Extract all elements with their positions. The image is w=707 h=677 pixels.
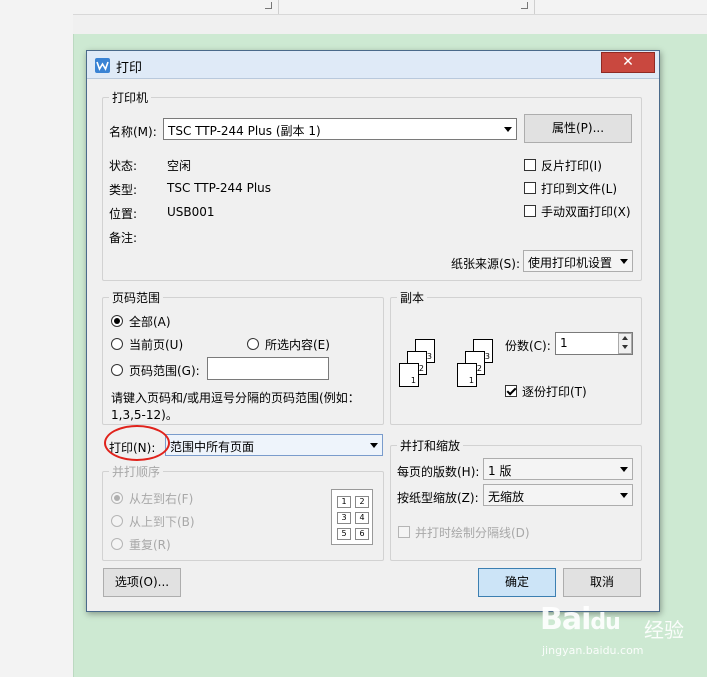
copies-spinner[interactable] [618,333,632,354]
print-dialog: 打印 ✕ 打印机 名称(M): TSC TTP-244 Plus (副本 1) … [86,50,660,612]
top-bar-separator [534,0,535,14]
paper-source-label: 纸张来源(S): [451,257,521,271]
order-left-right-label[interactable]: 从左到右(F) [129,490,193,507]
draw-borders-label[interactable]: 并打时绘制分隔线(D) [415,524,530,541]
document-edge [73,34,74,677]
order-repeat-label[interactable]: 重复(R) [129,536,171,553]
wps-app-icon [95,58,110,73]
printer-name-value: TSC TTP-244 Plus (副本 1) [168,124,321,138]
page-range-input[interactable] [207,357,329,380]
print-to-file-label[interactable]: 打印到文件(L) [541,180,617,197]
chevron-down-icon [620,493,628,498]
order-repeat-radio[interactable] [111,538,123,550]
status-value: 空闲 [167,159,192,173]
printer-group-legend: 打印机 [112,91,149,105]
location-label: 位置: [109,207,138,221]
copies-count-value: 1 [560,336,568,350]
reverse-print-checkbox[interactable] [524,159,536,171]
options-button[interactable]: 选项(O)... [103,568,181,597]
dialog-title: 打印 [116,61,143,76]
page-range-hint-line1: 请键入页码和/或用逗号分隔的页码范围(例如： [111,391,360,405]
watermark-cn: 经验 [644,618,684,642]
corner-mark [265,2,272,9]
cancel-button[interactable]: 取消 [563,568,641,597]
close-button[interactable]: ✕ [601,52,655,73]
spinner-up-icon[interactable] [619,334,631,343]
manual-duplex-checkbox[interactable] [524,205,536,217]
app-top-bar [0,0,707,15]
range-current-label[interactable]: 当前页(U) [129,336,183,353]
scale-value: 无缩放 [488,490,525,504]
collate-label[interactable]: 逐份打印(T) [522,383,587,400]
range-current-radio[interactable] [111,338,123,350]
page-range-legend: 页码范围 [112,291,161,305]
left-pane [0,14,73,677]
order-top-bottom-label[interactable]: 从上到下(B) [129,513,195,530]
pages-per-sheet-dropdown[interactable]: 1 版 [483,458,633,480]
chevron-down-icon [504,127,512,132]
chevron-down-icon [620,259,628,264]
order-cell: 2 [355,496,369,508]
comment-label: 备注: [109,231,138,245]
copies-stack-icon: 3 2 1 [399,339,443,391]
order-cell: 6 [355,528,369,540]
paper-source-value: 使用打印机设置 [528,256,613,270]
order-left-right-radio[interactable] [111,492,123,504]
order-cell: 5 [337,528,351,540]
print-to-file-checkbox[interactable] [524,182,536,194]
collate-stack-icon: 3 2 1 [457,339,501,391]
collate-checkbox[interactable] [505,385,517,397]
baidu-watermark: Baidu 经验 jingyan.baidu.com [540,600,700,660]
range-pages-label[interactable]: 页码范围(G): [129,362,200,379]
properties-button[interactable]: 属性(P)... [524,114,632,143]
order-top-bottom-radio[interactable] [111,515,123,527]
top-bar-separator [278,0,279,14]
chevron-down-icon [370,443,378,448]
printer-name-label: 名称(M): [109,125,157,139]
range-pages-radio[interactable] [111,364,123,376]
page-icon: 1 [399,363,419,387]
order-cell: 1 [337,496,351,508]
zoom-legend: 并打和缩放 [400,439,461,453]
annotation-circle [104,425,170,461]
close-icon: ✕ [622,54,634,70]
watermark-url: jingyan.baidu.com [542,644,644,657]
reverse-print-label[interactable]: 反片打印(I) [541,157,602,174]
type-label: 类型: [109,183,138,197]
range-all-label[interactable]: 全部(A) [129,313,171,330]
dialog-titlebar: 打印 ✕ [87,51,659,79]
manual-duplex-label[interactable]: 手动双面打印(X) [541,203,631,220]
print-what-dropdown[interactable]: 范围中所有页面 [165,434,383,456]
paper-source-dropdown[interactable]: 使用打印机设置 [523,250,633,272]
scale-label: 按纸型缩放(Z): [397,491,479,505]
status-label: 状态: [109,159,138,173]
order-cell: 3 [337,512,351,524]
print-what-value: 范围中所有页面 [170,440,255,454]
type-value: TSC TTP-244 Plus [167,181,272,195]
pages-per-sheet-label: 每页的版数(H): [397,465,480,479]
range-selection-label[interactable]: 所选内容(E) [265,336,330,353]
chevron-down-icon [620,467,628,472]
page-icon: 1 [457,363,477,387]
copies-count-label: 份数(C): [505,339,551,353]
pages-per-sheet-value: 1 版 [488,464,512,478]
watermark-brand: Baidu [540,602,621,637]
order-cell: 4 [355,512,369,524]
draw-borders-checkbox[interactable] [398,526,410,538]
location-value: USB001 [167,205,215,219]
copies-legend: 副本 [400,291,425,305]
corner-mark [521,2,528,9]
scale-dropdown[interactable]: 无缩放 [483,484,633,506]
range-selection-radio[interactable] [247,338,259,350]
print-order-legend: 并打顺序 [112,465,161,479]
range-all-radio[interactable] [111,315,123,327]
page-range-hint-line2: 1,3,5-12)。 [111,408,178,422]
ok-button[interactable]: 确定 [478,568,556,597]
copies-count-input[interactable]: 1 [555,332,633,355]
spinner-down-icon[interactable] [619,343,631,352]
print-order-preview: 1 2 3 4 5 6 [331,489,373,545]
printer-name-dropdown[interactable]: TSC TTP-244 Plus (副本 1) [163,118,517,140]
